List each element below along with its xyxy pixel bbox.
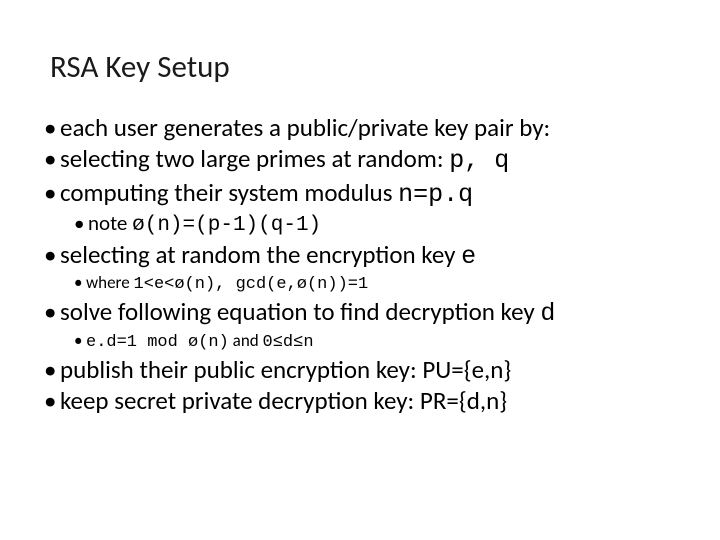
slide-title: RSA Key Setup <box>50 48 676 86</box>
bullet-list: each user generates a public/private key… <box>44 112 676 416</box>
sub-bullet-list: note ø(n)=(p-1)(q-1) <box>74 210 676 239</box>
bullet-text: computing their system modulus <box>60 177 398 208</box>
bullet-text: where <box>86 272 134 293</box>
bullet-item: solve following equation to find decrypt… <box>44 296 676 353</box>
code-text: p, q <box>449 146 509 175</box>
bullet-item: selecting two large primes at random: p,… <box>44 143 676 176</box>
bullet-item: selecting at random the encryption key e… <box>44 239 676 296</box>
bullet-text: selecting two large primes at random: <box>60 143 449 174</box>
slide: RSA Key Setup each user generates a publ… <box>0 0 720 540</box>
bullet-item: computing their system modulus n=p.q not… <box>44 177 676 240</box>
code-text: d <box>540 299 555 328</box>
bullet-text: selecting at random the encryption key <box>60 239 461 270</box>
bullet-text: and <box>229 330 263 351</box>
bullet-item: keep secret private decryption key: PR={… <box>44 385 676 416</box>
code-text: ø(n)=(p-1)(q-1) <box>132 214 321 237</box>
code-text: 1<e<ø(n), gcd(e,ø(n))=1 <box>134 275 369 294</box>
code-text: 0≤d≤n <box>263 333 314 352</box>
sub-bullet-item: e.d=1 mod ø(n) and 0≤d≤n <box>74 330 676 354</box>
bullet-text: publish their public encryption key: PU=… <box>60 354 511 385</box>
code-text: e.d=1 mod ø(n) <box>86 333 229 352</box>
sub-bullet-item: note ø(n)=(p-1)(q-1) <box>74 210 676 239</box>
sub-bullet-item: where 1<e<ø(n), gcd(e,ø(n))=1 <box>74 272 676 296</box>
bullet-text: note <box>88 210 132 236</box>
sub-bullet-list: e.d=1 mod ø(n) and 0≤d≤n <box>74 330 676 354</box>
code-text: e <box>461 242 476 271</box>
code-text: n=p.q <box>398 180 473 209</box>
bullet-text: keep secret private decryption key: PR={… <box>60 385 507 416</box>
bullet-item: each user generates a public/private key… <box>44 112 676 143</box>
bullet-item: publish their public encryption key: PU=… <box>44 354 676 385</box>
sub-bullet-list: where 1<e<ø(n), gcd(e,ø(n))=1 <box>74 272 676 296</box>
bullet-text: each user generates a public/private key… <box>60 112 550 143</box>
bullet-text: solve following equation to find decrypt… <box>60 296 540 327</box>
